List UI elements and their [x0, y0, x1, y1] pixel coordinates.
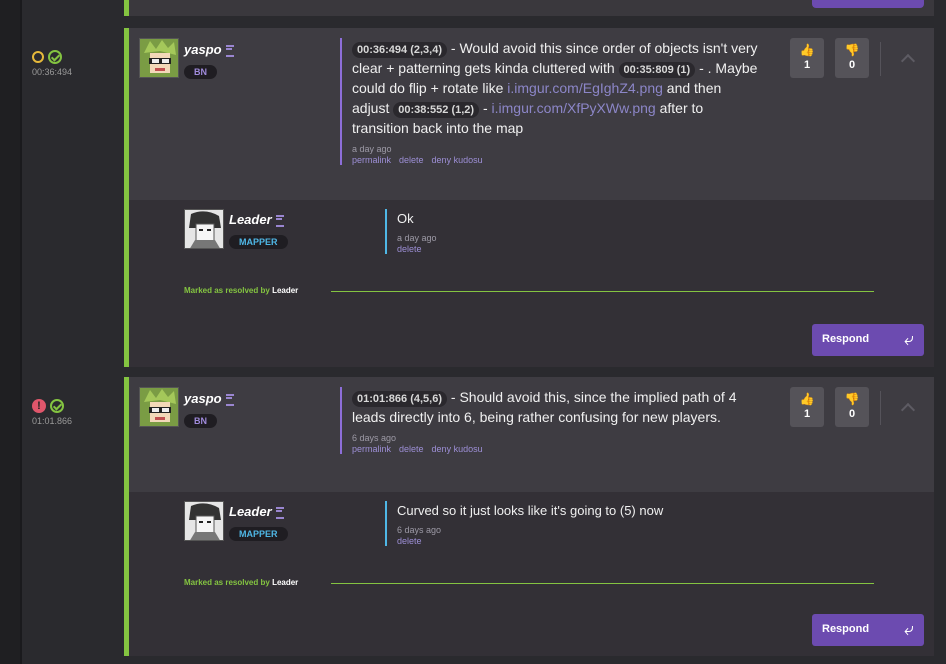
timeline-timestamp: 01:01.866: [32, 416, 73, 426]
previous-respond-button[interactable]: [812, 0, 924, 8]
user-badge: MAPPER: [229, 235, 288, 249]
deny-kudosu-link[interactable]: deny kudosu: [432, 155, 483, 165]
downvote-button[interactable]: 👎 0: [835, 387, 869, 427]
permalink-link[interactable]: permalink: [352, 444, 391, 454]
discussion-main-post: yaspo BN 00:36:494 (2,3,4) - Would avoid…: [129, 28, 934, 200]
avatar[interactable]: [139, 387, 179, 427]
reply-age: 6 days ago: [397, 525, 442, 535]
resolved-divider: [331, 583, 874, 584]
timeline-marker-2[interactable]: ! 01:01.866: [32, 399, 92, 426]
discussion-main-post: yaspo BN 01:01:866 (4,5,6) - Should avoi…: [129, 377, 934, 492]
delete-link[interactable]: delete: [397, 244, 422, 254]
thumbs-down-icon: 👎: [844, 392, 860, 406]
upvote-count: 1: [803, 59, 811, 71]
user-badge: BN: [184, 414, 217, 428]
reply-arrow-icon: ⤶: [903, 329, 914, 349]
timeline-area: [22, 0, 122, 664]
resolved-divider: [331, 291, 874, 292]
timeline-marker-1[interactable]: 00:36:494: [32, 50, 92, 77]
respond-label: Respond: [822, 333, 870, 345]
discussion-message: 01:01:866 (4,5,6) - Should avoid this, s…: [340, 387, 760, 454]
post-age: a day ago: [352, 144, 392, 154]
timeline-timestamp: 00:36:494: [32, 67, 73, 77]
discussion-card: yaspo BN 00:36:494 (2,3,4) - Would avoid…: [124, 28, 934, 367]
reply-age: a day ago: [397, 233, 437, 243]
respond-button[interactable]: Respond ⤶: [812, 614, 924, 646]
resolved-status: Marked as resolved by Leader: [184, 286, 299, 295]
discussion-replies: Leader MAPPER Ok a day ago delete Marked…: [129, 200, 934, 367]
respond-label: Respond: [822, 623, 870, 635]
thumbs-up-icon: 👍: [799, 43, 815, 57]
reply-arrow-icon: ⤶: [903, 619, 914, 639]
timestamp-link[interactable]: 00:35:809 (1): [618, 62, 696, 78]
reply-actions: delete: [397, 536, 805, 546]
post-age: 6 days ago: [352, 433, 397, 443]
timestamp-link[interactable]: 01:01:866 (4,5,6): [352, 391, 447, 407]
user-info-icon: [275, 214, 284, 227]
downvote-button[interactable]: 👎 0: [835, 38, 869, 78]
image-link[interactable]: i.imgur.com/XfPyXWw.png: [492, 100, 656, 116]
message-body: 01:01:866 (4,5,6) - Should avoid this, s…: [352, 389, 737, 425]
discussion-card: yaspo BN 01:01:866 (4,5,6) - Should avoi…: [124, 377, 934, 656]
vote-divider: [880, 391, 881, 425]
vote-divider: [880, 42, 881, 76]
avatar[interactable]: [184, 501, 224, 541]
message-body: 00:36:494 (2,3,4) - Would avoid this sin…: [352, 40, 758, 136]
post-actions: permalink delete deny kudosu: [352, 155, 760, 165]
username[interactable]: yaspo: [184, 42, 234, 57]
username[interactable]: yaspo: [184, 391, 234, 406]
upvote-button[interactable]: 👍 1: [790, 387, 824, 427]
delete-link[interactable]: delete: [397, 536, 422, 546]
username[interactable]: Leader: [229, 504, 284, 519]
downvote-count: 0: [848, 408, 856, 420]
resolved-status: Marked as resolved by Leader: [184, 578, 299, 587]
discussion-replies: Leader MAPPER Curved so it just looks li…: [129, 492, 934, 656]
previous-discussion-card: [124, 0, 934, 16]
downvote-count: 0: [848, 59, 856, 71]
reply-body: Ok: [397, 211, 414, 226]
discussion-message: 00:36:494 (2,3,4) - Would avoid this sin…: [340, 38, 760, 165]
image-link[interactable]: i.imgur.com/EgIghZ4.png: [507, 80, 663, 96]
user-info-icon: [275, 506, 284, 519]
respond-button[interactable]: Respond ⤶: [812, 324, 924, 356]
deny-kudosu-link[interactable]: deny kudosu: [432, 444, 483, 454]
resolved-check-icon: [50, 399, 64, 413]
reply-message: Curved so it just looks like it's going …: [385, 501, 805, 546]
user-info-icon: [225, 44, 234, 57]
chevron-up-icon[interactable]: [900, 53, 916, 69]
reply-actions: delete: [397, 244, 765, 254]
resolved-check-icon: [48, 50, 62, 64]
avatar[interactable]: [184, 209, 224, 249]
user-badge: MAPPER: [229, 527, 288, 541]
timestamp-link[interactable]: 00:36:494 (2,3,4): [352, 42, 447, 58]
post-actions: permalink delete deny kudosu: [352, 444, 760, 454]
username[interactable]: Leader: [229, 212, 284, 227]
pending-status-icon: [32, 51, 44, 63]
avatar[interactable]: [139, 38, 179, 78]
permalink-link[interactable]: permalink: [352, 155, 391, 165]
upvote-count: 1: [803, 408, 811, 420]
chevron-up-icon[interactable]: [900, 402, 916, 418]
timestamp-link[interactable]: 00:38:552 (1,2): [393, 102, 480, 118]
left-rail: [0, 0, 20, 664]
upvote-button[interactable]: 👍 1: [790, 38, 824, 78]
delete-link[interactable]: delete: [399, 444, 424, 454]
reply-message: Ok a day ago delete: [385, 209, 765, 254]
user-badge: BN: [184, 65, 217, 79]
user-info-icon: [225, 393, 234, 406]
thumbs-up-icon: 👍: [799, 392, 815, 406]
thumbs-down-icon: 👎: [844, 43, 860, 57]
problem-status-icon: !: [32, 399, 46, 413]
reply-body: Curved so it just looks like it's going …: [397, 503, 664, 518]
delete-link[interactable]: delete: [399, 155, 424, 165]
